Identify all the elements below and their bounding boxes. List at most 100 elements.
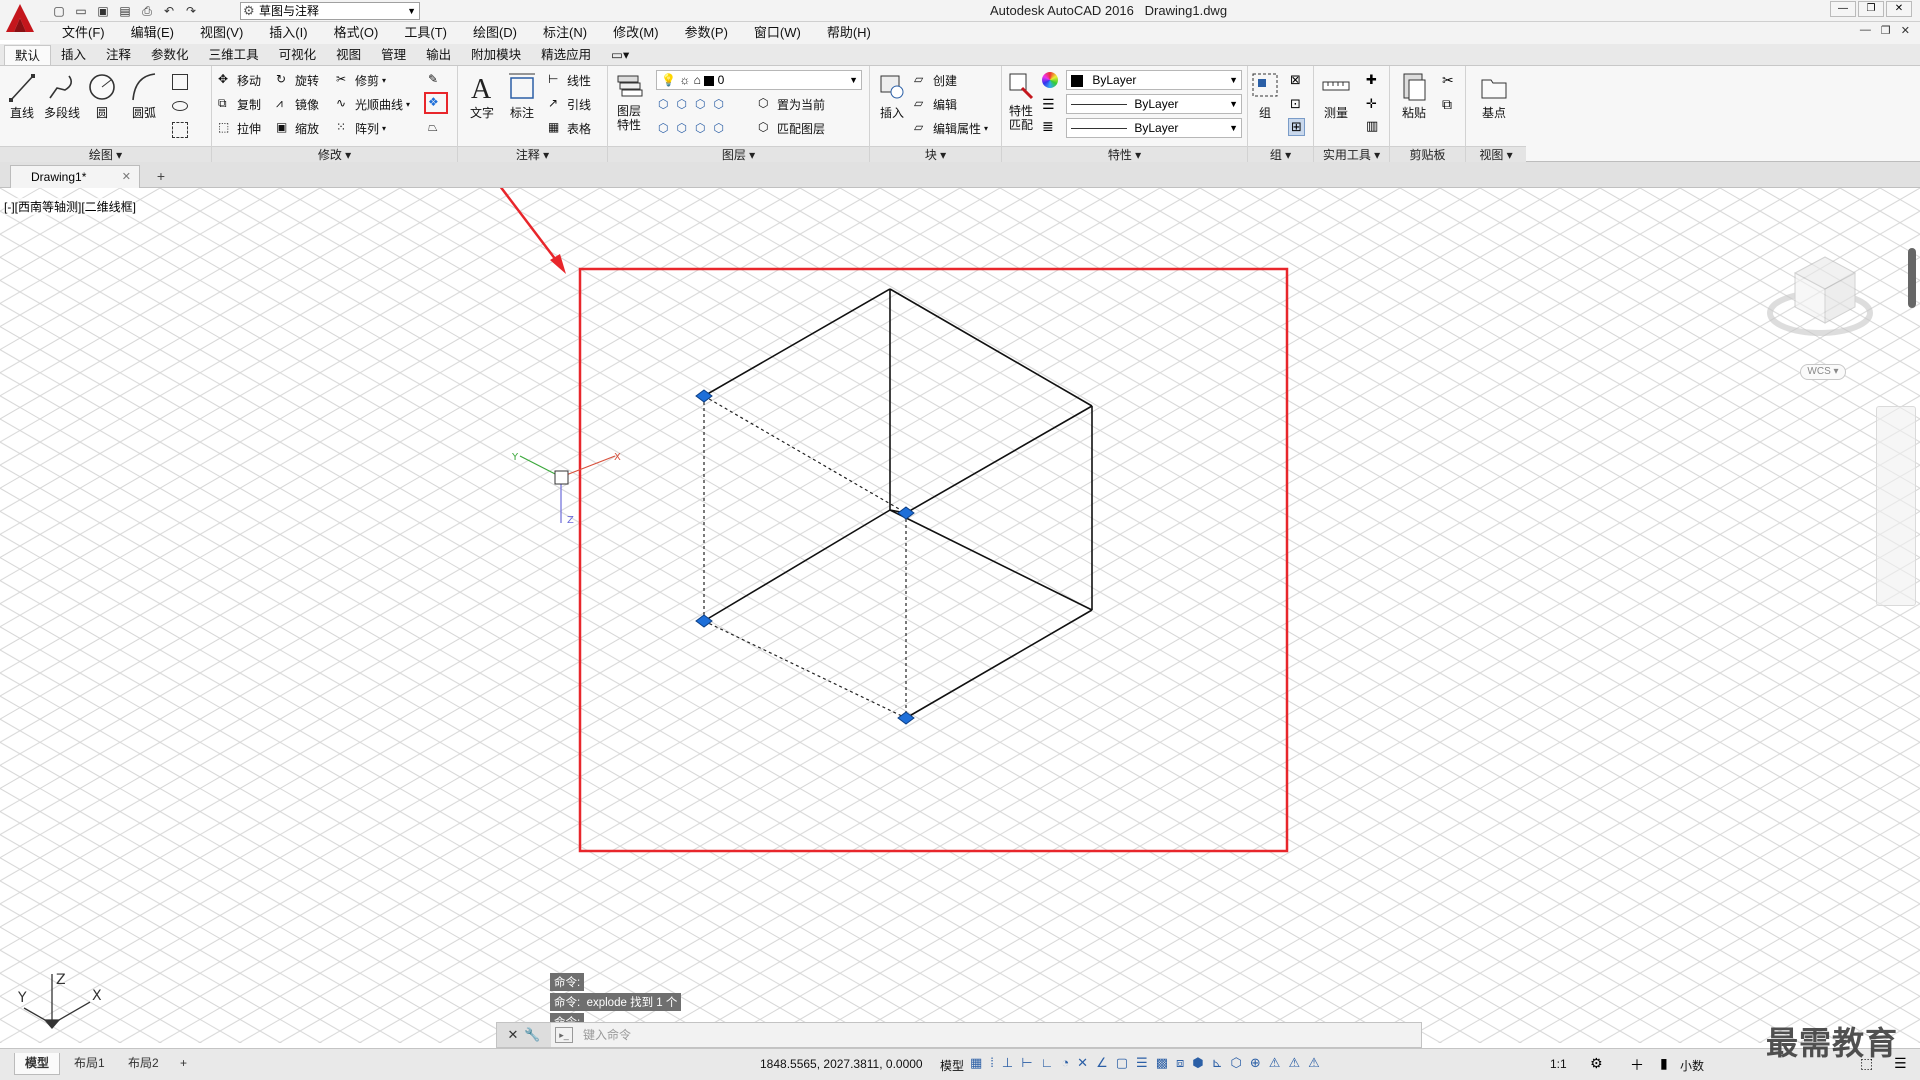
layout-tab-layout1[interactable]: 布局1	[64, 1053, 115, 1075]
match-layer-button[interactable]: ⬡ 匹配图层	[758, 118, 825, 138]
panel-title-utilities[interactable]: 实用工具 ▾	[1314, 146, 1389, 162]
doc-close-icon[interactable]: ✕	[1901, 24, 1910, 37]
wcs-menu-button[interactable]: WCS ▾	[1800, 364, 1846, 380]
scale-button[interactable]: ▣ 缩放	[276, 118, 319, 138]
panel-title-view[interactable]: 视图 ▾	[1466, 146, 1526, 162]
tab-view[interactable]: 视图	[326, 45, 371, 65]
isodraft-icon[interactable]: ✕	[1077, 1055, 1088, 1071]
linetype-icon[interactable]: ☰	[1042, 96, 1055, 113]
calculator-icon[interactable]: ▥	[1366, 118, 1378, 134]
object-snap-icon[interactable]: ▢	[1116, 1055, 1128, 1071]
tab-addins[interactable]: 附加模块	[461, 45, 531, 65]
new-tab-button[interactable]: +	[150, 168, 172, 186]
selection-filter-icon[interactable]: ⬡	[1231, 1055, 1242, 1071]
coordinate-readout[interactable]: 1848.5565, 2027.3811, 0.0000	[760, 1057, 923, 1071]
circle-button[interactable]: 圆	[82, 70, 122, 121]
minimize-button[interactable]: —	[1830, 1, 1856, 17]
trim-button[interactable]: ✂ 修剪 ▾	[336, 70, 386, 90]
hatch-button[interactable]	[172, 120, 188, 140]
color-select[interactable]: ByLayer ▼	[1066, 70, 1242, 90]
layer-off-icon[interactable]: ⬡	[658, 97, 668, 111]
add-layout-button[interactable]: +	[170, 1053, 197, 1075]
annotation-monitor-icon[interactable]: ＋	[1630, 1055, 1644, 1075]
edit-attributes-button[interactable]: ▱ 编辑属性 ▾	[914, 118, 988, 138]
menu-insert[interactable]: 插入(I)	[255, 22, 319, 44]
menu-help[interactable]: 帮助(H)	[813, 22, 883, 44]
base-view-button[interactable]: 基点	[1474, 70, 1514, 121]
layer-on-icon[interactable]: ⬡	[658, 121, 668, 135]
open-file-icon[interactable]: ▭	[72, 2, 90, 20]
command-prompt-icon[interactable]: ▸_	[555, 1027, 573, 1043]
ellipse-button[interactable]	[172, 96, 188, 116]
offset-button[interactable]: ⏢	[428, 118, 444, 138]
copy-button[interactable]: ⧉ 复制	[218, 94, 261, 114]
ribbon-options-icon[interactable]: ▭▾	[601, 45, 639, 65]
dynamic-input-icon[interactable]: ⊢	[1021, 1055, 1032, 1071]
tab-parametric[interactable]: 参数化	[141, 45, 199, 65]
transparency-icon[interactable]: ▩	[1156, 1055, 1168, 1071]
workspace-switch-icon[interactable]: ⚙	[1590, 1055, 1603, 1072]
panel-title-annotation[interactable]: 注释 ▾	[458, 146, 607, 162]
doc-restore-icon[interactable]: ❐	[1881, 24, 1891, 37]
mirror-button[interactable]: ⩘ 镜像	[276, 94, 319, 114]
drawing-canvas[interactable]: Z Y X Z Y X [-][西南等轴测][二维线框] WCS ▾	[0, 188, 1920, 1043]
text-button[interactable]: A 文字	[462, 70, 502, 121]
layer-unisolate-icon[interactable]: ⬡	[676, 121, 686, 135]
tab-insert[interactable]: 插入	[51, 45, 96, 65]
ortho-mode-icon[interactable]: ∟	[1041, 1055, 1054, 1071]
annotation-scale[interactable]: 1:1	[1550, 1057, 1567, 1071]
command-input[interactable]	[583, 1025, 1403, 1045]
layer-unlock-icon[interactable]: ⬡	[713, 121, 723, 135]
tab-home[interactable]: 默认	[4, 45, 52, 65]
stretch-button[interactable]: ⬚ 拉伸	[218, 118, 261, 138]
tab-annotate[interactable]: 注释	[96, 45, 141, 65]
insert-block-button[interactable]: 插入	[872, 70, 912, 121]
menu-format[interactable]: 格式(O)	[320, 22, 391, 44]
viewport-controls[interactable]: [-][西南等轴测][二维线框]	[4, 198, 137, 215]
tab-featured-apps[interactable]: 精选应用	[531, 45, 601, 65]
copy-clip-icon[interactable]: ⧉	[1442, 96, 1452, 113]
linetype-select[interactable]: ByLayer ▼	[1066, 94, 1242, 114]
doc-minimize-icon[interactable]: —	[1860, 24, 1871, 37]
redo-icon[interactable]: ↷	[182, 2, 200, 20]
snap-mode-icon[interactable]: ⁞	[990, 1055, 994, 1071]
panel-title-layers[interactable]: 图层 ▾	[608, 146, 869, 162]
layer-freeze-icon[interactable]: ⬡	[695, 97, 705, 111]
dimension-button[interactable]: 标注	[502, 70, 542, 121]
panel-title-modify[interactable]: 修改 ▾	[212, 146, 457, 162]
viewcube-icon[interactable]	[1765, 243, 1875, 363]
layer-thaw-icon[interactable]: ⬡	[695, 121, 705, 135]
group-select-icon[interactable]: ⊞	[1288, 118, 1305, 136]
annotation-scale-icon[interactable]: ⚠	[1308, 1055, 1320, 1071]
selection-cycling-icon[interactable]: ⧈	[1176, 1055, 1184, 1071]
save-as-icon[interactable]: ▤	[116, 2, 134, 20]
workspace-select[interactable]: ⚙ 草图与注释 ▼	[240, 2, 420, 20]
new-file-icon[interactable]: ▢	[50, 2, 68, 20]
tab-output[interactable]: 输出	[416, 45, 461, 65]
object-snap-tracking-icon[interactable]: ∠	[1096, 1055, 1108, 1071]
tab-visualize[interactable]: 可视化	[269, 45, 327, 65]
array-button[interactable]: ⁙ 阵列 ▾	[336, 118, 386, 138]
maximize-button[interactable]: ❐	[1858, 1, 1884, 17]
panel-title-draw[interactable]: 绘图 ▾	[0, 146, 211, 162]
panel-title-groups[interactable]: 组 ▾	[1248, 146, 1313, 162]
close-tab-icon[interactable]: ✕	[122, 166, 131, 188]
rectangle-button[interactable]	[172, 72, 188, 92]
menu-draw[interactable]: 绘图(D)	[459, 22, 529, 44]
paste-button[interactable]: 粘贴	[1394, 70, 1434, 121]
arc-button[interactable]: 圆弧	[124, 70, 164, 121]
navigation-bar[interactable]	[1876, 406, 1916, 606]
line-button[interactable]: 直线	[2, 70, 42, 121]
lineweight-select[interactable]: ByLayer ▼	[1066, 118, 1242, 138]
infer-constraints-icon[interactable]: ⊥	[1002, 1055, 1013, 1071]
menu-dimension[interactable]: 标注(N)	[529, 22, 599, 44]
layer-lock-icon[interactable]: ⬡	[713, 97, 723, 111]
lineweight-icon[interactable]: ≣	[1042, 118, 1054, 135]
3d-object-snap-icon[interactable]: ⬢	[1192, 1055, 1203, 1071]
menu-edit[interactable]: 编辑(E)	[117, 22, 186, 44]
layer-properties-button[interactable]: 图层特性	[612, 70, 646, 132]
save-icon[interactable]: ▣	[94, 2, 112, 20]
set-current-button[interactable]: ⬡ 置为当前	[758, 94, 825, 114]
erase-button[interactable]: ✎	[428, 70, 444, 90]
close-button[interactable]: ✕	[1886, 1, 1912, 17]
